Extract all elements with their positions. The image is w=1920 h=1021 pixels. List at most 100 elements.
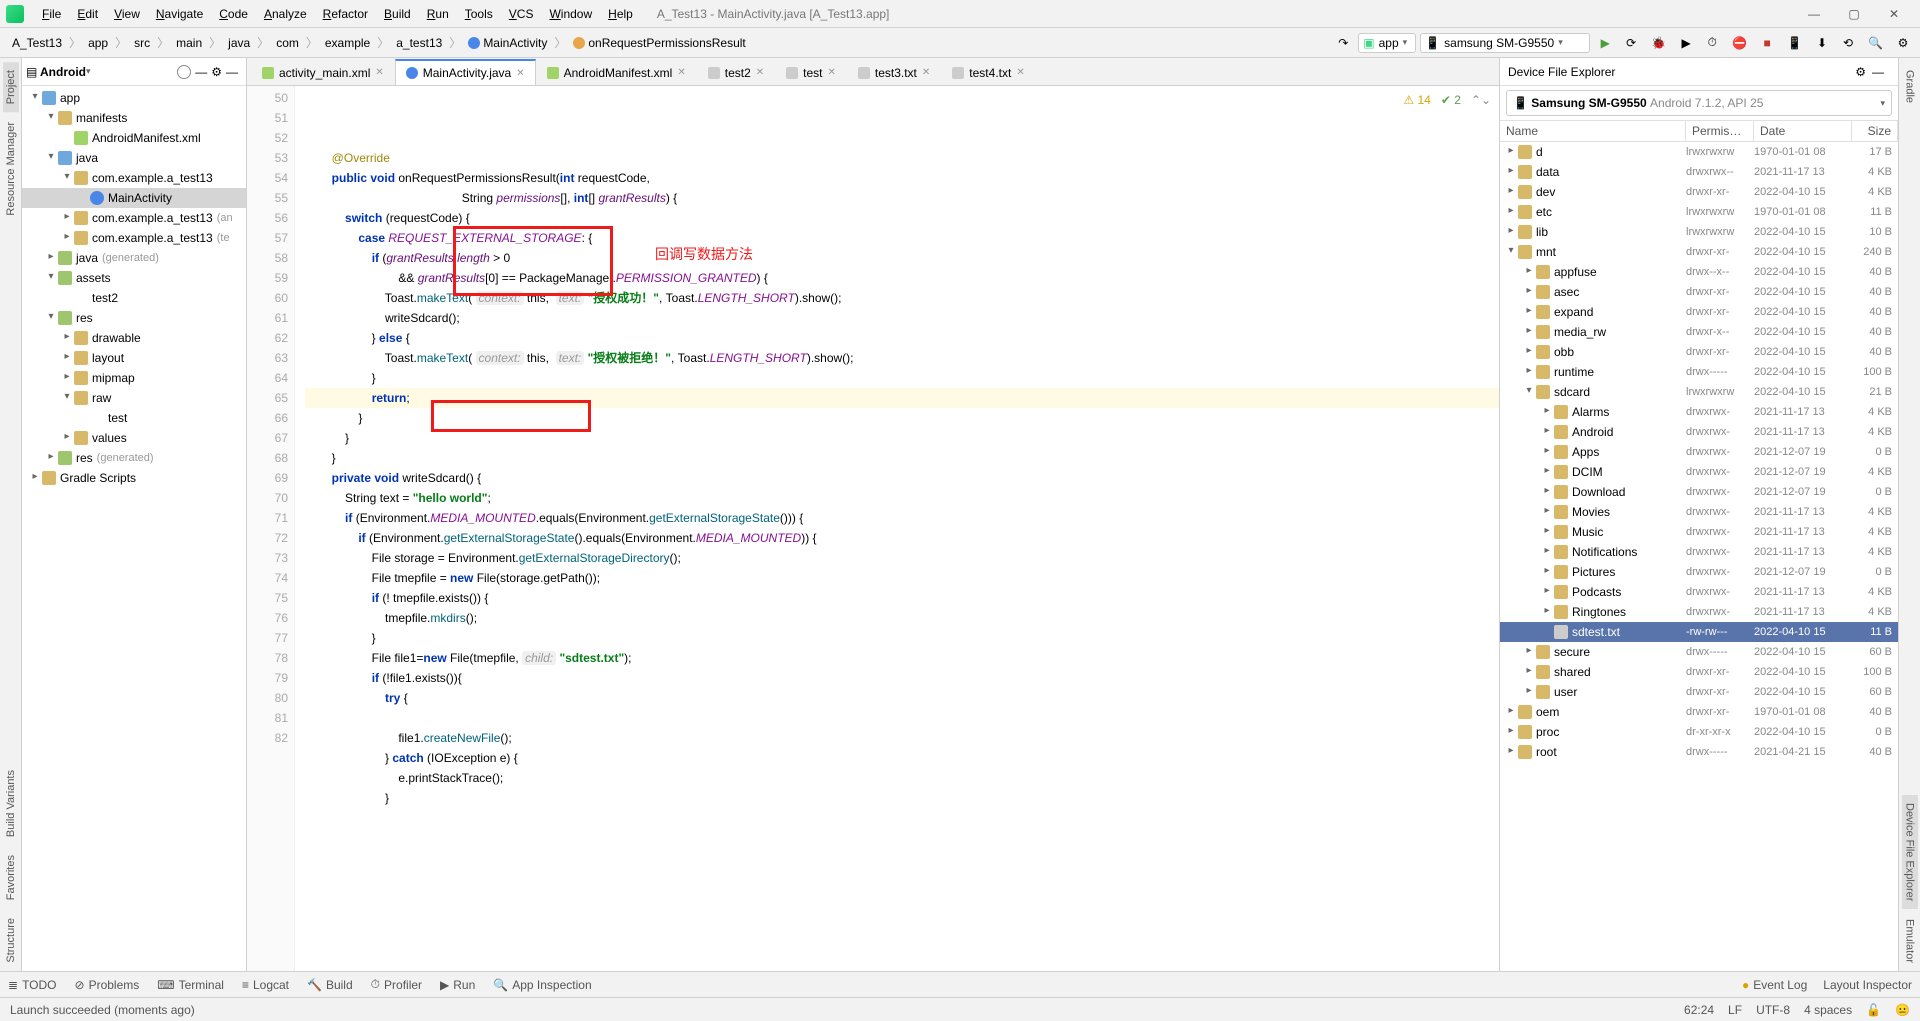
breadcrumb-method[interactable]: onRequestPermissionsResult [567,34,751,52]
editor-tab[interactable]: test✕ [775,59,847,85]
dfe-row[interactable]: ▸rootdrwx-----2021-04-21 1540 B [1500,742,1898,762]
locate-file-icon[interactable] [177,65,191,79]
project-tree-item[interactable]: ▾com.example.a_test13 [22,168,246,188]
project-tree-item[interactable]: ▸Gradle Scripts [22,468,246,488]
bottom-tab-terminal[interactable]: ⌨Terminal [157,977,224,992]
close-button[interactable]: ✕ [1874,3,1914,25]
project-tree-item[interactable]: ▾manifests [22,108,246,128]
menu-build[interactable]: Build [376,3,419,25]
menu-edit[interactable]: Edit [69,3,106,25]
project-tree-item[interactable]: ▾raw [22,388,246,408]
menu-tools[interactable]: Tools [457,3,501,25]
dfe-row[interactable]: ▸Musicdrwxrwx-2021-11-17 134 KB [1500,522,1898,542]
bottom-tab-app-inspection[interactable]: 🔍App Inspection [493,977,591,992]
menu-view[interactable]: View [106,3,148,25]
editor-tab[interactable]: test4.txt✕ [941,59,1035,85]
close-tab-icon[interactable]: ✕ [922,67,930,78]
hide-panel-icon[interactable]: — [222,65,242,79]
breadcrumb-item[interactable]: java [222,34,256,52]
project-tree-item[interactable]: ▾app [22,88,246,108]
editor-tab[interactable]: test3.txt✕ [847,59,941,85]
project-tree-item[interactable]: test2 [22,288,246,308]
resource-manager-tab[interactable]: Resource Manager [3,114,19,224]
maximize-button[interactable]: ▢ [1834,3,1874,25]
breadcrumb-class[interactable]: MainActivity [462,34,553,52]
bottom-tab-run[interactable]: ▶Run [440,977,475,992]
project-tree-item[interactable]: ▸drawable [22,328,246,348]
stop-button[interactable]: ■ [1756,32,1778,54]
project-view-label[interactable]: Android [40,65,86,79]
bottom-tab-problems[interactable]: ⊘Problems [75,977,140,992]
dfe-row[interactable]: ▸obbdrwxr-xr-2022-04-10 1540 B [1500,342,1898,362]
device-file-explorer-tab[interactable]: Device File Explorer [1902,795,1918,909]
menu-analyze[interactable]: Analyze [256,3,315,25]
line-separator[interactable]: LF [1728,1003,1742,1017]
dfe-row[interactable]: ▾sdcardlrwxrwxrw2022-04-10 1521 B [1500,382,1898,402]
menu-refactor[interactable]: Refactor [315,3,376,25]
debug-button[interactable]: 🐞 [1646,32,1671,54]
project-tree-item[interactable]: MainActivity [22,188,246,208]
editor-tab[interactable]: MainActivity.java✕ [395,59,536,85]
settings-icon[interactable]: ⚙ [1892,32,1914,54]
dfe-row[interactable]: ▸media_rwdrwxr-x--2022-04-10 1540 B [1500,322,1898,342]
project-tree-item[interactable]: ▸values [22,428,246,448]
memory-indicator-icon[interactable]: 😐 [1895,1003,1910,1017]
caret-position[interactable]: 62:24 [1684,1003,1714,1017]
run-config-selector[interactable]: ▣app▾ [1358,33,1416,53]
project-tree-item[interactable]: ▸layout [22,348,246,368]
bottom-tab-todo[interactable]: ≣TODO [8,977,57,992]
dfe-hide-icon[interactable]: — [1866,65,1890,79]
dfe-settings-icon[interactable]: ⚙ [1855,65,1866,79]
indent-settings[interactable]: 4 spaces [1804,1003,1852,1017]
dfe-row[interactable]: ▸expanddrwxr-xr-2022-04-10 1540 B [1500,302,1898,322]
favorites-tab[interactable]: Favorites [3,847,19,908]
dfe-row[interactable]: ▸Moviesdrwxrwx-2021-11-17 134 KB [1500,502,1898,522]
close-tab-icon[interactable]: ✕ [516,68,524,79]
minimize-button[interactable]: — [1794,3,1834,25]
bottom-tab-profiler[interactable]: ⏱Profiler [371,977,422,992]
readonly-lock-icon[interactable]: 🔓 [1866,1003,1881,1017]
dfe-row[interactable]: ▸Androiddrwxrwx-2021-11-17 134 KB [1500,422,1898,442]
editor-tab[interactable]: activity_main.xml✕ [251,59,395,85]
inspection-widget[interactable]: ⚠ 14 ✔ 2 ⌃⌄ [1403,90,1491,110]
project-tree-item[interactable]: ▾java [22,148,246,168]
dfe-row[interactable]: ▸securedrwx-----2022-04-10 1560 B [1500,642,1898,662]
profile-button[interactable]: ⏱ [1701,32,1723,54]
dfe-row[interactable]: ▸appfusedrwx--x--2022-04-10 1540 B [1500,262,1898,282]
breadcrumb-item[interactable]: com [270,34,305,52]
project-tool-tab[interactable]: Project [3,62,19,112]
breadcrumb-item[interactable]: src [128,34,156,52]
dfe-row[interactable]: ▸userdrwxr-xr-2022-04-10 1560 B [1500,682,1898,702]
close-tab-icon[interactable]: ✕ [827,67,835,78]
menu-code[interactable]: Code [211,3,256,25]
dfe-row[interactable]: ▸Alarmsdrwxrwx-2021-11-17 134 KB [1500,402,1898,422]
editor-tab[interactable]: AndroidManifest.xml✕ [536,59,697,85]
code-editor[interactable]: ⚠ 14 ✔ 2 ⌃⌄ @Override public void onRequ… [295,86,1499,971]
device-selector[interactable]: 📱samsung SM-G9550▾ [1420,33,1590,53]
breadcrumb-item[interactable]: main [170,34,208,52]
bottom-tab-logcat[interactable]: ≡Logcat [242,977,289,992]
menu-file[interactable]: File [34,3,69,25]
dfe-row[interactable]: ▸procdr-xr-xr-x2022-04-10 150 B [1500,722,1898,742]
avd-manager-icon[interactable]: 📱 [1782,32,1807,54]
layout-inspector-tab[interactable]: Layout Inspector [1823,978,1912,992]
dfe-row[interactable]: ▸liblrwxrwxrw2022-04-10 1510 B [1500,222,1898,242]
dfe-row[interactable]: ▸Ringtonesdrwxrwx-2021-11-17 134 KB [1500,602,1898,622]
menu-run[interactable]: Run [419,3,457,25]
breadcrumb-item[interactable]: example [319,34,376,52]
dfe-row[interactable]: sdtest.txt-rw-rw---2022-04-10 1511 B [1500,622,1898,642]
project-tree-item[interactable]: ▸mipmap [22,368,246,388]
emulator-tab[interactable]: Emulator [1902,911,1918,971]
close-tab-icon[interactable]: ✕ [375,67,383,78]
menu-vcs[interactable]: VCS [501,3,542,25]
project-tree-item[interactable]: ▾assets [22,268,246,288]
project-tree-item[interactable]: AndroidManifest.xml [22,128,246,148]
dfe-row[interactable]: ▸Appsdrwxrwx-2021-12-07 190 B [1500,442,1898,462]
dfe-row[interactable]: ▸runtimedrwx-----2022-04-10 15100 B [1500,362,1898,382]
dfe-row[interactable]: ▸DCIMdrwxrwx-2021-12-07 194 KB [1500,462,1898,482]
dfe-row[interactable]: ▾mntdrwxr-xr-2022-04-10 15240 B [1500,242,1898,262]
dfe-row[interactable]: ▸devdrwxr-xr-2022-04-10 154 KB [1500,182,1898,202]
dfe-row[interactable]: ▸etclrwxrwxrw1970-01-01 0811 B [1500,202,1898,222]
event-log-tab[interactable]: ●Event Log [1742,978,1807,992]
file-encoding[interactable]: UTF-8 [1756,1003,1790,1017]
